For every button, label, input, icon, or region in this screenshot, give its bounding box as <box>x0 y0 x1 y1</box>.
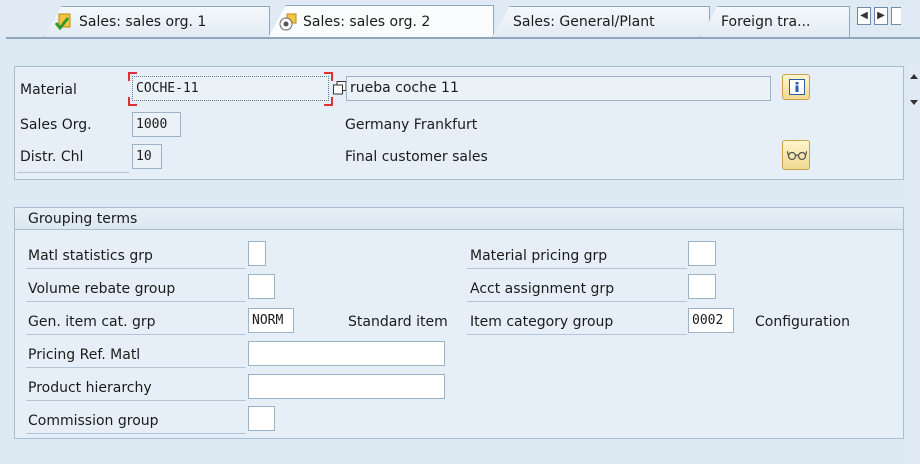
tab-label: Sales: General/Plant <box>513 14 655 30</box>
row-divider <box>467 301 687 302</box>
material-label: Material <box>20 82 77 98</box>
sales-org-description: Germany Frankfurt <box>345 117 478 133</box>
row-divider <box>467 334 687 335</box>
material-description: rueba coche 11 <box>346 76 771 101</box>
matl-statistics-grp-label: Matl statistics grp <box>28 248 153 264</box>
material-pricing-grp-label: Material pricing grp <box>470 248 608 264</box>
item-category-group-description: Configuration <box>755 314 850 330</box>
tab-label: Foreign tra... <box>721 14 811 30</box>
pricing-ref-matl-input[interactable] <box>248 341 445 366</box>
item-category-group-input[interactable]: 0002 <box>688 308 734 333</box>
commission-group-input[interactable] <box>248 406 275 431</box>
row-divider <box>467 268 687 269</box>
acct-assignment-grp-input[interactable] <box>688 274 716 299</box>
material-input[interactable]: COCHE-11 <box>132 76 329 101</box>
row-divider <box>17 172 129 173</box>
focus-marker <box>324 72 333 81</box>
grouping-terms-panel: Grouping terms Matl statistics grp Volum… <box>14 207 904 439</box>
tab-strip: Sales: sales org. 1 Sales: sales org. 2 … <box>0 0 920 39</box>
check-document-icon <box>54 13 73 31</box>
row-divider <box>26 268 246 269</box>
tab-underline <box>6 37 920 39</box>
gen-item-cat-grp-description: Standard item <box>348 314 448 330</box>
vertical-scrollbar[interactable] <box>908 66 920 464</box>
tab-scroll-right-button[interactable]: ▶ <box>874 7 888 25</box>
row-divider <box>26 334 246 335</box>
tab-label: Sales: sales org. 2 <box>303 14 431 30</box>
tab-foreign-trade[interactable]: Foreign tra... <box>700 6 850 37</box>
info-icon <box>789 79 805 99</box>
product-hierarchy-label: Product hierarchy <box>28 380 152 396</box>
material-header-panel: Material COCHE-11 rueba coche 11 Sales O… <box>14 66 904 180</box>
glasses-icon <box>786 149 808 165</box>
group-title: Grouping terms <box>15 208 903 230</box>
display-button[interactable] <box>782 140 810 170</box>
scroll-up-icon[interactable] <box>910 74 918 79</box>
scroll-down-icon[interactable] <box>910 100 918 105</box>
gen-item-cat-grp-label: Gen. item cat. grp <box>28 314 156 330</box>
sales-org-field: 1000 <box>132 112 181 137</box>
matl-statistics-grp-input[interactable] <box>248 241 266 266</box>
target-document-icon <box>279 13 297 31</box>
pricing-ref-matl-label: Pricing Ref. Matl <box>28 347 141 363</box>
volume-rebate-group-input[interactable] <box>248 274 275 299</box>
tab-list-button[interactable] <box>891 7 901 25</box>
volume-rebate-group-label: Volume rebate group <box>28 281 176 297</box>
acct-assignment-grp-label: Acct assignment grp <box>470 281 615 297</box>
product-hierarchy-input[interactable] <box>248 374 445 399</box>
focus-marker <box>324 97 333 106</box>
distr-chl-field: 10 <box>132 144 162 169</box>
distr-chl-description: Final customer sales <box>345 149 488 165</box>
material-pricing-grp-input[interactable] <box>688 241 716 266</box>
info-button[interactable] <box>782 74 810 100</box>
focus-marker <box>128 72 137 81</box>
focus-marker <box>128 97 137 106</box>
gen-item-cat-grp-input[interactable]: NORM <box>248 308 294 333</box>
tab-sales-org-2[interactable]: Sales: sales org. 2 <box>268 5 494 38</box>
tab-label: Sales: sales org. 1 <box>79 14 207 30</box>
row-divider <box>26 301 246 302</box>
sales-org-label: Sales Org. <box>20 117 92 133</box>
tab-scroll-left-button[interactable]: ◀ <box>857 7 871 25</box>
commission-group-label: Commission group <box>28 413 159 429</box>
row-divider <box>26 400 246 401</box>
row-divider <box>26 367 246 368</box>
copy-icon[interactable] <box>333 81 347 99</box>
distr-chl-label: Distr. Chl <box>20 149 84 165</box>
item-category-group-label: Item category group <box>470 314 614 330</box>
tab-sales-general-plant[interactable]: Sales: General/Plant <box>492 6 710 37</box>
tab-scroll-buttons: ◀ ▶ <box>857 7 901 25</box>
row-divider <box>26 433 246 434</box>
tab-sales-org-1[interactable]: Sales: sales org. 1 <box>44 6 270 37</box>
